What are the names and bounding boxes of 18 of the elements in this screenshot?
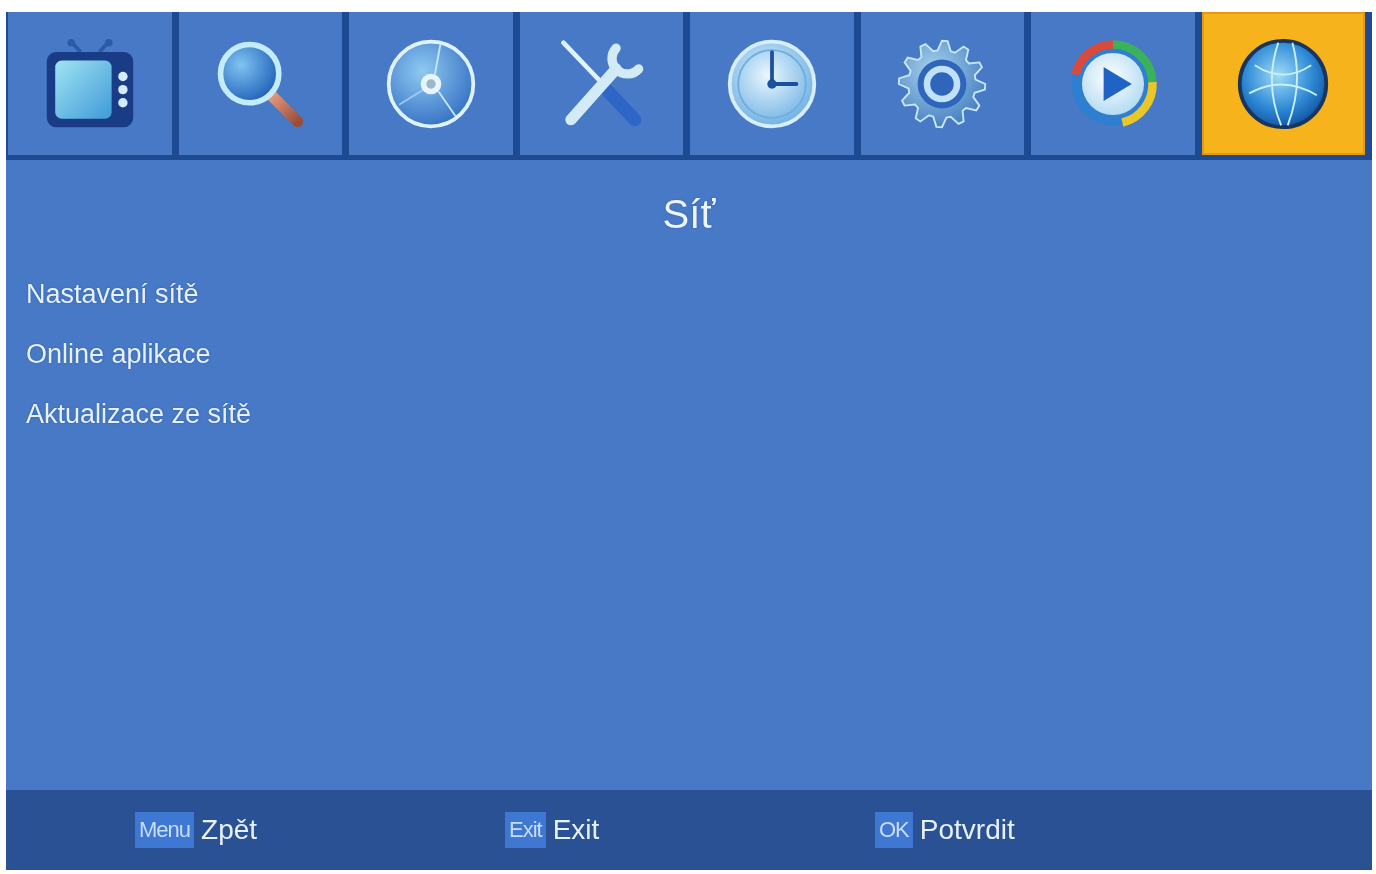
hint-label: Exit	[552, 813, 600, 847]
screen-title: Síť	[661, 191, 717, 238]
hint-label: Zpět	[201, 813, 258, 847]
remote-key-label: Menu	[135, 812, 195, 848]
menu-tab[interactable]	[860, 12, 1024, 155]
menu-tab[interactable]	[1201, 12, 1365, 155]
menu-tab[interactable]	[349, 12, 513, 155]
menu-tab[interactable]	[8, 12, 172, 155]
menu-tab[interactable]	[690, 12, 854, 155]
menu-tab[interactable]	[178, 12, 342, 155]
menu-item[interactable]: Nastavení sítě	[26, 274, 199, 314]
menu-tab[interactable]	[1031, 12, 1195, 155]
remote-key-label: Exit	[505, 812, 546, 848]
hint-label: Potvrdit	[919, 813, 1015, 847]
remote-key-label: OK	[875, 812, 913, 848]
menu-tab[interactable]	[519, 12, 683, 155]
menu-item[interactable]: Online aplikace	[26, 334, 211, 374]
menu-item[interactable]: Aktualizace ze sítě	[26, 394, 252, 434]
